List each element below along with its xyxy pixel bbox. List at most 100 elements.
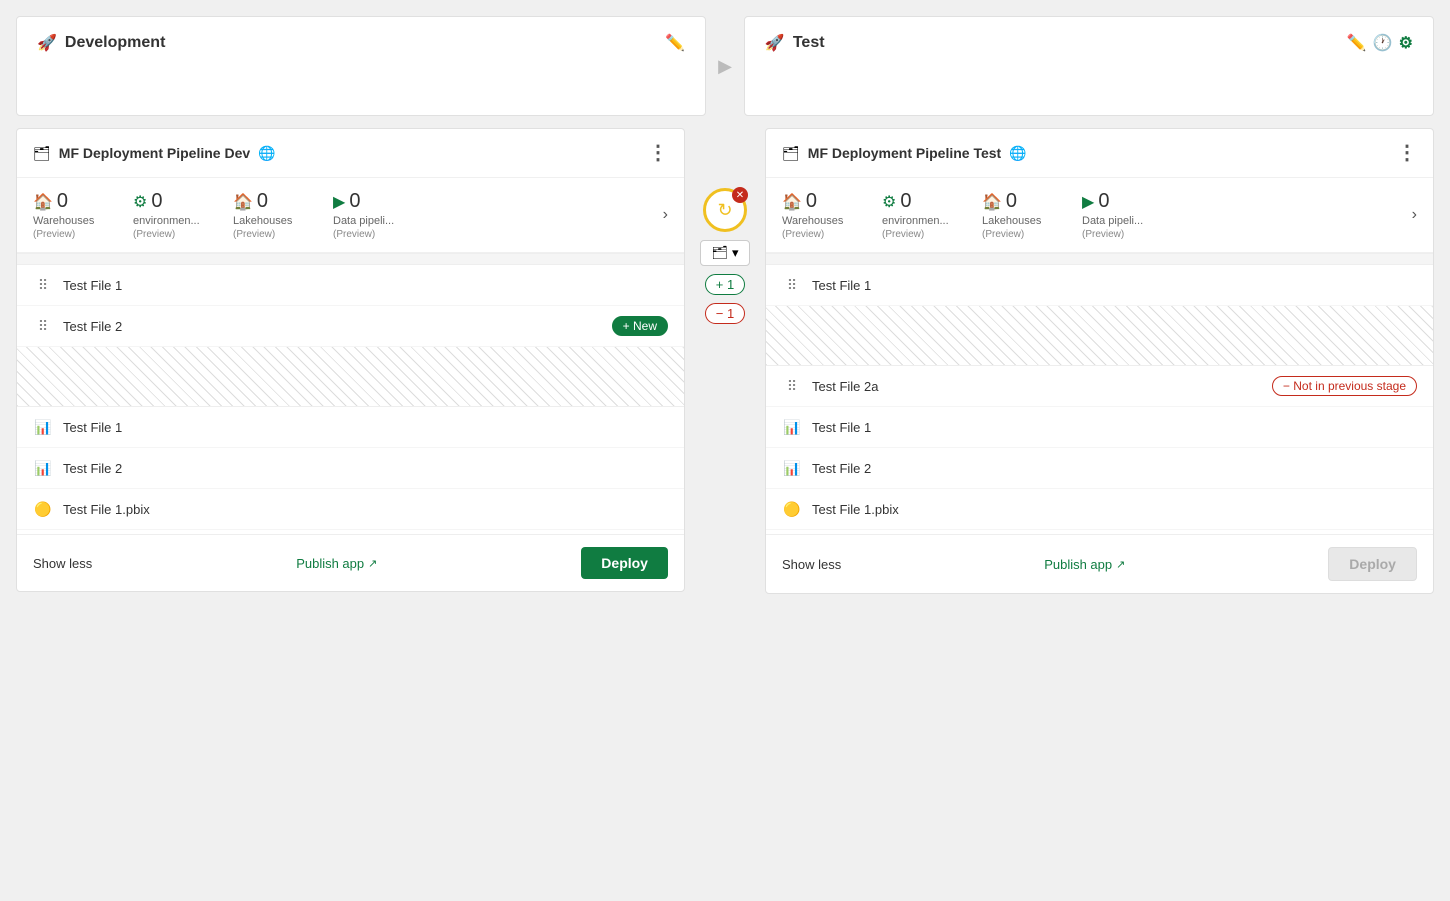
dev-file-3-bar-icon: 📊 — [33, 417, 53, 437]
test-pipeline-icon: ▶ — [1082, 192, 1094, 212]
compare-chevron-icon: ▾ — [732, 245, 739, 261]
test-pipeline-panel: 🗂 MF Deployment Pipeline Test 🌐 ⋮ 🏠 0 Wa… — [765, 128, 1434, 594]
test-file-item-5: 🟡 Test File 1.pbix — [766, 489, 1433, 530]
development-stage-icon: 🚀 — [37, 33, 57, 53]
dev-file-2-new-badge: + New — [612, 316, 668, 336]
test-file-1-name: Test File 1 — [812, 278, 871, 293]
test-file-5-name: Test File 1.pbix — [812, 502, 899, 517]
test-stage-icon: 🚀 — [765, 33, 785, 53]
dev-pipeline-count: 0 — [349, 190, 360, 213]
test-warehouse-icon: 🏠 — [782, 192, 802, 212]
dev-file-item-4: 📊 Test File 2 — [17, 448, 684, 489]
dev-warehouse-label: Warehouses — [33, 215, 94, 227]
test-stats-row: 🏠 0 Warehouses (Preview) ⚙ 0 environmen.… — [766, 178, 1433, 253]
compare-button[interactable]: 🗂 ▾ — [700, 240, 749, 266]
test-file-5-pbix-icon: 🟡 — [782, 499, 802, 519]
dev-file-4-bar-icon: 📊 — [33, 458, 53, 478]
test-stage-title: 🚀 Test ✏️ 🕐 ⚙ — [765, 33, 1413, 53]
test-hatched-area — [766, 306, 1433, 366]
test-panel-header: 🗂 MF Deployment Pipeline Test 🌐 ⋮ — [766, 129, 1433, 178]
test-lake-label: Lakehouses — [982, 215, 1041, 227]
test-stats-more-arrow[interactable]: › — [1412, 206, 1417, 224]
test-panel-menu-icon[interactable]: ⋮ — [1397, 143, 1417, 163]
dev-pipeline-sublabel: (Preview) — [333, 229, 375, 240]
dev-stat-lake: 🏠 0 Lakehouses (Preview) — [233, 190, 333, 240]
development-stage-card: 🚀 Development ✏️ — [16, 16, 706, 116]
dev-pipeline-icon: ▶ — [333, 192, 345, 212]
test-warehouse-count: 0 — [806, 190, 817, 213]
dev-section-divider — [17, 253, 684, 265]
dev-env-label: environmen... — [133, 215, 200, 227]
dev-panel-menu-icon[interactable]: ⋮ — [648, 143, 668, 163]
test-file-4-name: Test File 2 — [812, 461, 871, 476]
dev-env-sublabel: (Preview) — [133, 229, 175, 240]
dev-file-1-name: Test File 1 — [63, 278, 122, 293]
test-env-count: 0 — [900, 190, 911, 213]
dev-file-2-grid-icon: ⠿ — [33, 316, 53, 336]
dev-publish-button[interactable]: Publish app ↗ — [296, 556, 377, 571]
dev-file-5-pbix-icon: 🟡 — [33, 499, 53, 519]
test-env-sublabel: (Preview) — [882, 229, 924, 240]
dev-warehouse-icon: 🏠 — [33, 192, 53, 212]
test-edit-icon[interactable]: ✏️ — [1347, 33, 1367, 53]
connector-area: ↻ ✕ 🗂 ▾ + 1 − 1 — [685, 128, 765, 324]
dev-pipeline-label: Data pipeli... — [333, 215, 394, 227]
test-history-icon[interactable]: 🕐 — [1373, 33, 1393, 53]
test-show-less-button[interactable]: Show less — [782, 557, 841, 572]
dev-file-2-name: Test File 2 — [63, 319, 122, 334]
minus-count-badge: − 1 — [705, 303, 745, 324]
test-pipeline-count: 0 — [1098, 190, 1109, 213]
test-file-4-bar-icon: 📊 — [782, 458, 802, 478]
test-panel-type-icon: 🗂 — [782, 145, 800, 162]
test-file-3-name: Test File 1 — [812, 420, 871, 435]
dev-stat-warehouses: 🏠 0 Warehouses (Preview) — [33, 190, 133, 240]
dev-panel-header: 🗂 MF Deployment Pipeline Dev 🌐 ⋮ — [17, 129, 684, 178]
test-stat-warehouses: 🏠 0 Warehouses (Preview) — [782, 190, 882, 240]
dev-file-4-name: Test File 2 — [63, 461, 122, 476]
test-stat-lake: 🏠 0 Lakehouses (Preview) — [982, 190, 1082, 240]
dev-stats-more-arrow[interactable]: › — [663, 206, 668, 224]
test-settings-icon[interactable]: ⚙ — [1399, 33, 1413, 53]
development-stage-title: 🚀 Development ✏️ — [37, 33, 685, 53]
development-stage-label: Development — [65, 34, 165, 52]
top-stages-row: 🚀 Development ✏️ ▶ 🚀 Test ✏️ 🕐 ⚙ — [16, 16, 1434, 116]
dev-show-less-button[interactable]: Show less — [33, 556, 92, 571]
dev-deploy-button[interactable]: Deploy — [581, 547, 668, 579]
dev-lake-count: 0 — [257, 190, 268, 213]
panels-row: 🗂 MF Deployment Pipeline Dev 🌐 ⋮ 🏠 0 War… — [16, 128, 1434, 594]
dev-warehouse-sublabel: (Preview) — [33, 229, 75, 240]
test-pipeline-sublabel: (Preview) — [1082, 229, 1124, 240]
dev-lake-label: Lakehouses — [233, 215, 292, 227]
dev-file-5-name: Test File 1.pbix — [63, 502, 150, 517]
test-section-divider — [766, 253, 1433, 265]
test-publish-external-icon: ↗ — [1116, 558, 1125, 571]
development-edit-icon[interactable]: ✏️ — [665, 33, 685, 53]
dev-file-item-5: 🟡 Test File 1.pbix — [17, 489, 684, 530]
test-pipeline-label: Data pipeli... — [1082, 215, 1143, 227]
refresh-status-circle: ↻ ✕ — [703, 188, 747, 232]
test-lake-icon: 🏠 — [982, 192, 1002, 212]
test-stat-env: ⚙ 0 environmen... (Preview) — [882, 190, 982, 240]
test-lake-sublabel: (Preview) — [982, 229, 1024, 240]
test-stat-pipeline: ▶ 0 Data pipeli... (Preview) — [1082, 190, 1182, 240]
dev-panel-title: MF Deployment Pipeline Dev — [59, 145, 250, 161]
top-arrow-connector: ▶ — [718, 56, 732, 77]
dev-panel-network-icon: 🌐 — [258, 145, 275, 162]
dev-warehouse-count: 0 — [57, 190, 68, 213]
dev-file-3-name: Test File 1 — [63, 420, 122, 435]
refresh-arrows-icon: ↻ — [717, 200, 732, 221]
dev-pipeline-panel: 🗂 MF Deployment Pipeline Dev 🌐 ⋮ 🏠 0 War… — [16, 128, 685, 592]
compare-icon: 🗂 — [711, 245, 728, 261]
dev-stats-row: 🏠 0 Warehouses (Preview) ⚙ 0 environmen.… — [17, 178, 684, 253]
test-env-icon: ⚙ — [882, 192, 896, 212]
test-stage-label: Test — [793, 34, 825, 52]
dev-hatched-area — [17, 347, 684, 407]
dev-lake-icon: 🏠 — [233, 192, 253, 212]
plus-count-badge: + 1 — [705, 274, 745, 295]
test-warehouse-label: Warehouses — [782, 215, 843, 227]
test-file-item-4: 📊 Test File 2 — [766, 448, 1433, 489]
test-stage-card: 🚀 Test ✏️ 🕐 ⚙ — [744, 16, 1434, 116]
dev-file-item-3: 📊 Test File 1 — [17, 407, 684, 448]
test-publish-button[interactable]: Publish app ↗ — [1044, 557, 1125, 572]
test-env-label: environmen... — [882, 215, 949, 227]
